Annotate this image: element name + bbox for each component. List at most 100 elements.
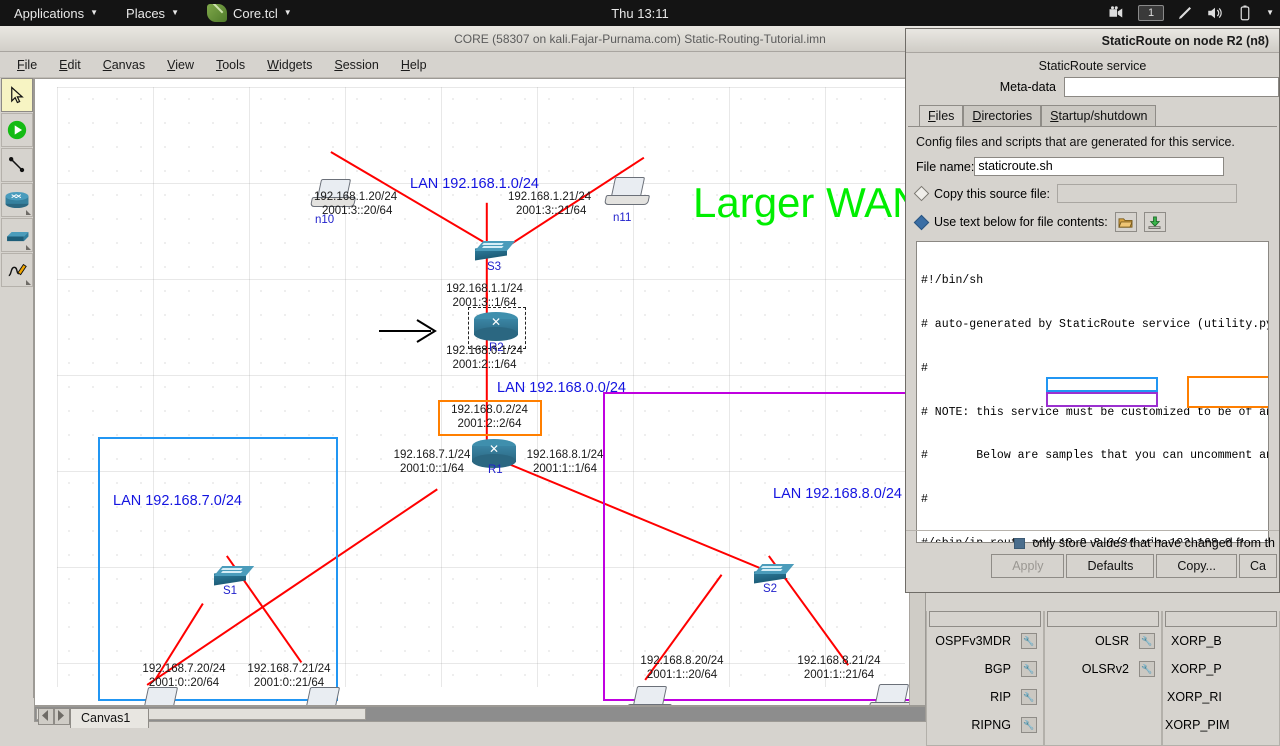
service-row[interactable]: RIP 🔧: [927, 683, 1043, 711]
panel-tray: 1 ▼: [1108, 0, 1274, 26]
menu-tools[interactable]: Tools: [207, 55, 254, 75]
file-contents-editor[interactable]: #!/bin/sh # auto-generated by StaticRout…: [916, 241, 1269, 543]
iplabel-n1: 192.168.7.20/24 2001:0::20/64: [142, 663, 226, 689]
script-line: # auto-generated by StaticRoute service …: [921, 317, 1269, 331]
copy-button[interactable]: Copy...: [1156, 554, 1238, 578]
metadata-input[interactable]: [1064, 77, 1279, 97]
menu-canvas[interactable]: Canvas: [94, 55, 154, 75]
service-row[interactable]: RIPNG 🔧: [927, 711, 1043, 739]
pen-icon[interactable]: [1176, 4, 1194, 22]
dialog-footer: only store values that have changed from…: [906, 530, 1279, 592]
service-label: OLSR: [1094, 634, 1129, 648]
menu-session[interactable]: Session: [325, 55, 387, 75]
tab-scroll-left-button[interactable]: [38, 708, 54, 725]
open-folder-icon[interactable]: [1114, 212, 1137, 232]
service-label: XORP_B: [1171, 634, 1222, 648]
node-r2[interactable]: ✕: [468, 307, 526, 349]
menu-help[interactable]: Help: [392, 55, 436, 75]
service-row[interactable]: XORP_P: [1163, 655, 1279, 683]
cancel-button[interactable]: Ca: [1239, 554, 1277, 578]
tab-scroll-right-button[interactable]: [54, 708, 70, 725]
save-download-icon[interactable]: [1143, 212, 1166, 232]
service-label: OSPFv3MDR: [935, 634, 1011, 648]
file-name-label: File name:: [916, 159, 975, 174]
file-name-input[interactable]: staticroute.sh: [974, 157, 1225, 176]
canvas-tab-canvas1[interactable]: Canvas1: [70, 708, 150, 728]
service-row[interactable]: OSPFv3MDR 🔧: [927, 627, 1043, 655]
services-column-2-header: [1047, 611, 1159, 627]
wan-annotation-text: Larger WAN: [693, 179, 923, 226]
copy-source-row[interactable]: Copy this source file:: [913, 184, 1269, 203]
menu-widgets[interactable]: Widgets: [258, 55, 321, 75]
service-config-icon[interactable]: 🔧: [1021, 661, 1037, 677]
chevron-down-icon[interactable]: ▼: [1266, 9, 1274, 17]
service-config-icon[interactable]: 🔧: [1139, 661, 1155, 677]
start-session-tool[interactable]: [1, 113, 33, 147]
tool-expand-corner[interactable]: [26, 210, 31, 215]
router-tool[interactable]: [1, 183, 33, 217]
tab-files[interactable]: Files: [919, 105, 964, 126]
node-label-s1: S1: [223, 585, 238, 597]
apply-button[interactable]: Apply: [991, 554, 1065, 578]
annotation-tool[interactable]: [1, 253, 33, 287]
node-n11[interactable]: [603, 177, 651, 209]
service-label: XORP_RI: [1167, 690, 1222, 704]
node-s2[interactable]: [753, 563, 795, 585]
camera-icon[interactable]: [1108, 4, 1126, 22]
node-n5[interactable]: [625, 686, 673, 705]
tool-expand-corner[interactable]: [26, 245, 31, 250]
service-row[interactable]: BGP 🔧: [927, 655, 1043, 683]
tab-directories[interactable]: Directories: [963, 105, 1042, 126]
service-config-icon[interactable]: 🔧: [1021, 689, 1037, 705]
chevron-down-icon: ▼: [171, 8, 179, 17]
cursor-arrow-icon: [11, 86, 24, 104]
service-row[interactable]: OLSRv2 🔧: [1045, 655, 1161, 683]
use-text-row[interactable]: Use text below for file contents:: [913, 212, 1269, 232]
radio-use-text-icon[interactable]: [913, 214, 930, 230]
places-menu[interactable]: Places ▼: [112, 0, 193, 26]
node-s3[interactable]: [474, 240, 516, 262]
service-row[interactable]: XORP_RI: [1163, 683, 1279, 711]
iplabel-n6: 192.168.8.21/24 2001:1::21/64: [797, 655, 881, 681]
applications-menu[interactable]: Applications ▼: [0, 0, 112, 26]
laptop-screen: [874, 684, 910, 704]
node-label-s3: S3: [487, 261, 502, 273]
chevron-down-icon: ▼: [283, 8, 292, 17]
link-icon: [9, 157, 25, 173]
canvas-surface[interactable]: Larger WAN LAN 192.168.1.0/24 LAN 192.16…: [57, 87, 923, 705]
service-row[interactable]: XORP_B: [1163, 627, 1279, 655]
tool-expand-corner[interactable]: [26, 280, 31, 285]
menu-file[interactable]: File: [8, 55, 46, 75]
app-window-menu[interactable]: Core.tcl ▼: [193, 0, 306, 26]
workspace-indicator[interactable]: 1: [1137, 5, 1165, 21]
copy-source-input: [1057, 184, 1238, 203]
tab-startup-shutdown[interactable]: Startup/shutdown: [1041, 105, 1157, 126]
menu-view[interactable]: View: [158, 55, 203, 75]
hub-switch-tool[interactable]: [1, 218, 33, 252]
volume-icon[interactable]: [1206, 4, 1224, 22]
node-s1[interactable]: [213, 565, 255, 587]
file-name-row: File name: staticroute.sh: [916, 157, 1269, 176]
service-row[interactable]: XORP_PIM: [1163, 711, 1279, 739]
network-canvas[interactable]: Larger WAN LAN 192.168.1.0/24 LAN 192.16…: [34, 78, 926, 706]
service-config-icon[interactable]: 🔧: [1139, 633, 1155, 649]
node-n6[interactable]: [867, 684, 915, 705]
iplabel-r1-west: 192.168.7.1/24 2001:0::1/64: [393, 449, 471, 475]
checkbox-only-store-changed-icon[interactable]: [1014, 537, 1026, 549]
lan-label-192-168-0-0: LAN 192.168.0.0/24: [497, 380, 626, 396]
lan-label-192-168-7-0: LAN 192.168.7.0/24: [113, 493, 242, 509]
services-grid: OSPFv3MDR 🔧 BGP 🔧 RIP 🔧 RIPNG 🔧 OLSR 🔧 O…: [926, 611, 1280, 746]
store-changed-row[interactable]: only store values that have changed from…: [906, 531, 1279, 554]
battery-icon[interactable]: [1236, 4, 1254, 22]
link-tool[interactable]: [1, 148, 33, 182]
service-config-icon[interactable]: 🔧: [1021, 633, 1037, 649]
services-column-3: XORP_B XORP_P XORP_RI XORP_PIM: [1162, 611, 1280, 746]
defaults-button[interactable]: Defaults: [1066, 554, 1155, 578]
selection-tool[interactable]: [1, 78, 33, 112]
lan-label-192-168-8-0: LAN 192.168.8.0/24: [773, 486, 902, 502]
radio-copy-source-icon[interactable]: [913, 185, 930, 202]
service-row[interactable]: OLSR 🔧: [1045, 627, 1161, 655]
service-config-icon[interactable]: 🔧: [1021, 717, 1037, 733]
menu-edit[interactable]: Edit: [50, 55, 90, 75]
service-label: BGP: [984, 662, 1011, 676]
